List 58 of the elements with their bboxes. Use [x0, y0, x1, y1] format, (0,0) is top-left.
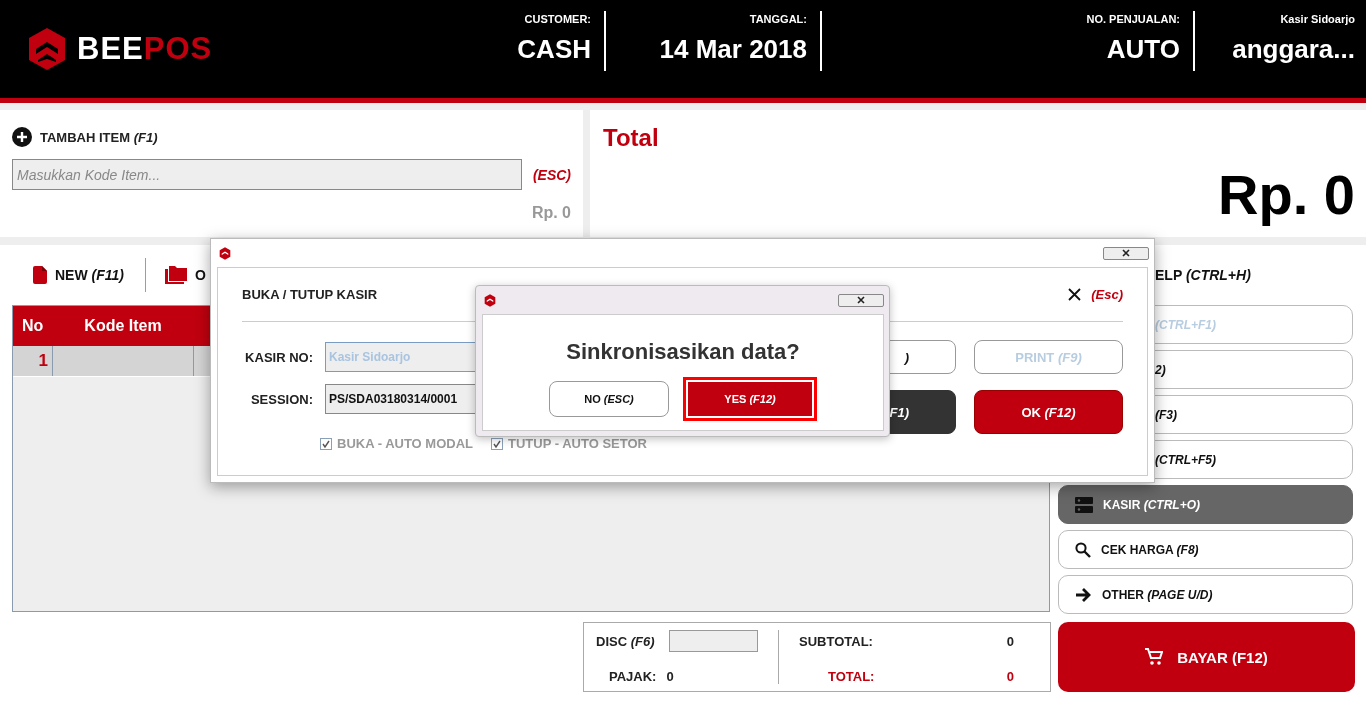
header-value: 14 Mar 2018	[659, 34, 807, 65]
item-code-field[interactable]: Masukkan Kode Item...	[12, 159, 522, 190]
toolbar-button[interactable]: NEW (F11)	[33, 266, 124, 284]
close-icon	[1122, 249, 1130, 257]
help-link[interactable]: ELP (CTRL+H)	[1155, 267, 1251, 283]
arrow-right-icon	[1075, 586, 1092, 603]
header-label: CUSTOMER:	[524, 13, 591, 25]
total-title: Total	[603, 124, 660, 152]
dialog-button[interactable]: OK (F12)	[974, 390, 1123, 434]
search-icon	[1075, 541, 1091, 558]
grand-total-label: TOTAL:	[827, 669, 875, 684]
checkbox-icon	[320, 437, 332, 450]
window-close-button[interactable]	[838, 293, 884, 307]
disc-field[interactable]	[668, 630, 758, 652]
logo-text: BEEPOS	[77, 31, 213, 67]
close-icon	[857, 296, 865, 304]
cart-icon	[1145, 648, 1164, 666]
field-label: SESSION:	[249, 391, 313, 407]
header-value: CASH	[517, 34, 591, 65]
header-label: NO. PENJUALAN:	[1086, 13, 1180, 25]
function-button[interactable]: OTHER (PAGE U/D)	[1058, 575, 1353, 614]
dialog-button[interactable]: NO (ESC)	[549, 381, 669, 417]
function-button[interactable]: KASIR (CTRL+O)	[1058, 485, 1353, 524]
close-icon	[1068, 288, 1082, 301]
grand-total-value: 0	[1006, 669, 1014, 684]
confirm-question: Sinkronisasikan data?	[566, 339, 800, 365]
app-logo-icon	[219, 246, 231, 260]
server-icon	[1075, 496, 1093, 513]
item-price: Rp. 0	[530, 204, 571, 222]
total-amount: Rp. 0	[1217, 162, 1355, 227]
row-number: 1	[13, 346, 53, 376]
column-header: Kode Item	[83, 317, 163, 335]
esc-shortcut: (ESC)	[532, 166, 571, 183]
window-close-button[interactable]	[1103, 246, 1149, 260]
dialog-title: BUKA / TUTUP KASIR	[242, 287, 378, 302]
pajak-label: PAJAK:	[608, 669, 657, 684]
subtotal-value: 0	[1006, 634, 1014, 649]
file-icon	[33, 266, 47, 284]
field-label: KASIR NO:	[244, 349, 313, 365]
header-label: TANGGAL:	[749, 13, 807, 25]
close-button[interactable]: (Esc)	[1068, 287, 1123, 302]
add-item-title: TAMBAH ITEM (F1)	[40, 129, 158, 145]
checkbox-icon	[491, 437, 503, 450]
header-value: anggara...	[1232, 34, 1355, 65]
pajak-value: 0	[666, 669, 674, 684]
header-value: AUTO	[1106, 34, 1180, 65]
subtotal-label: SUBTOTAL:	[799, 634, 873, 649]
dialog-button[interactable]: YES (F12)	[683, 377, 817, 421]
disc-label: DISC (F6)	[596, 633, 655, 649]
toolbar-button[interactable]: O	[165, 266, 206, 284]
pay-button[interactable]: BAYAR (F12)	[1058, 622, 1355, 692]
logo-icon	[27, 27, 67, 71]
app-logo-icon	[484, 293, 496, 307]
function-button[interactable]: CEK HARGA (F8)	[1058, 530, 1353, 569]
plus-icon	[12, 127, 32, 147]
folder-icon	[165, 266, 187, 284]
header-label: Kasir Sidoarjo	[1280, 13, 1355, 25]
column-header: No	[21, 317, 45, 335]
